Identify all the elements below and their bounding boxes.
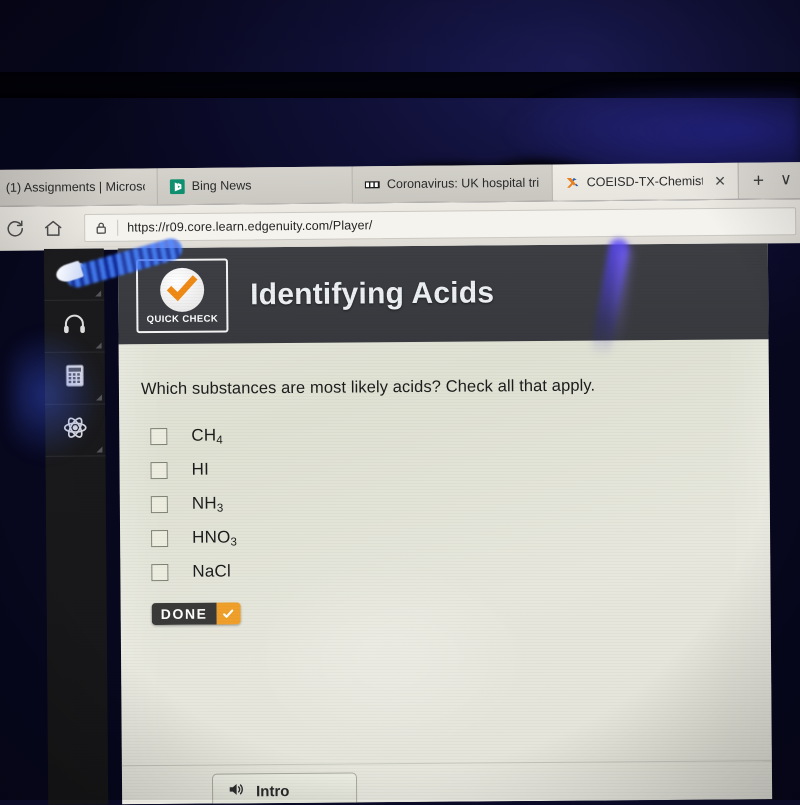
white-check-icon xyxy=(216,602,241,625)
quiz-header: QUICK CHECK Identifying Acids xyxy=(117,243,769,345)
pencil-icon xyxy=(60,258,88,291)
tab-title: Coronavirus: UK hospital tri xyxy=(386,175,540,192)
option-label: HI xyxy=(191,459,210,479)
option-label: HNO3 xyxy=(192,526,238,548)
calculator-icon xyxy=(61,362,89,395)
option-row[interactable]: NaCl xyxy=(142,550,770,589)
option-checkbox[interactable] xyxy=(151,563,169,581)
bbc-icon xyxy=(364,177,380,192)
option-row[interactable]: HI xyxy=(141,448,769,487)
tool-audio[interactable] xyxy=(44,300,105,353)
close-icon[interactable]: ✕ xyxy=(710,173,726,189)
browser-tab-coronavirus-news[interactable]: Coronavirus: UK hospital tri xyxy=(352,164,553,203)
quick-check-label: QUICK CHECK xyxy=(146,313,219,325)
option-checkbox[interactable] xyxy=(150,495,168,513)
speaker-icon xyxy=(226,779,246,804)
option-label: NH3 xyxy=(191,493,224,515)
tool-rail xyxy=(43,248,109,805)
quick-check-badge: QUICK CHECK xyxy=(135,258,229,334)
tool-corner-marker xyxy=(95,290,102,297)
tab-title: (1) Assignments | Microsoft xyxy=(5,179,145,195)
intro-label: Intro xyxy=(256,782,290,800)
option-row[interactable]: CH4 xyxy=(141,414,769,453)
address-separator xyxy=(117,219,119,236)
tool-periodic-table[interactable] xyxy=(45,404,106,457)
headphones-icon xyxy=(60,310,88,343)
option-label: NaCl xyxy=(192,560,232,581)
edgenuity-player: QUICK CHECK Identifying Acids Which subs… xyxy=(43,243,788,805)
option-checkbox[interactable] xyxy=(150,461,168,479)
browser-tab-bing-news[interactable]: Bing News xyxy=(157,166,354,205)
intro-button[interactable]: Intro xyxy=(211,772,358,805)
chevron-down-icon[interactable]: ∨ xyxy=(780,171,792,188)
tab-title: COEISD-TX-Chemistry - xyxy=(586,174,704,190)
new-tab-button[interactable]: + xyxy=(753,170,764,191)
tabstrip-controls: + ∨ xyxy=(738,162,800,199)
quiz-stage: QUICK CHECK Identifying Acids Which subs… xyxy=(117,243,773,805)
url-text: https://r09.core.learn.edgenuity.com/Pla… xyxy=(127,218,373,235)
option-label: CH4 xyxy=(191,425,223,447)
done-button[interactable]: DONE xyxy=(151,602,241,626)
tab-title: Bing News xyxy=(191,178,252,193)
tool-corner-marker xyxy=(95,394,103,401)
browser-tab-coeisd-chemistry[interactable]: COEISD-TX-Chemistry - ✕ xyxy=(552,162,740,201)
lock-icon xyxy=(94,221,108,235)
tool-highlighter[interactable] xyxy=(43,248,105,301)
atom-icon xyxy=(61,414,89,447)
question-prompt: Which substances are most likely acids? … xyxy=(140,376,596,399)
browser-tab-assignments[interactable]: (1) Assignments | Microsoft xyxy=(0,168,158,206)
orange-checkmark-icon xyxy=(159,267,205,312)
option-checkbox[interactable] xyxy=(151,529,169,547)
question-body: Which substances are most likely acids? … xyxy=(119,339,771,626)
refresh-icon[interactable] xyxy=(4,218,26,240)
tool-calculator[interactable] xyxy=(44,352,106,405)
done-label: DONE xyxy=(151,602,217,626)
tool-corner-marker xyxy=(96,446,103,453)
home-icon[interactable] xyxy=(42,217,64,239)
address-bar[interactable]: https://r09.core.learn.edgenuity.com/Pla… xyxy=(84,207,797,243)
option-checkbox[interactable] xyxy=(150,427,168,445)
tool-corner-marker xyxy=(95,342,102,349)
browser-chrome: (1) Assignments | Microsoft Bing News Co… xyxy=(0,162,800,251)
bing-icon xyxy=(169,178,185,194)
page-title: Identifying Acids xyxy=(250,276,495,312)
option-row[interactable]: NH3 xyxy=(142,482,770,521)
footer-divider xyxy=(121,760,772,767)
edgenuity-x-icon xyxy=(565,175,580,190)
option-row[interactable]: HNO3 xyxy=(142,516,770,555)
